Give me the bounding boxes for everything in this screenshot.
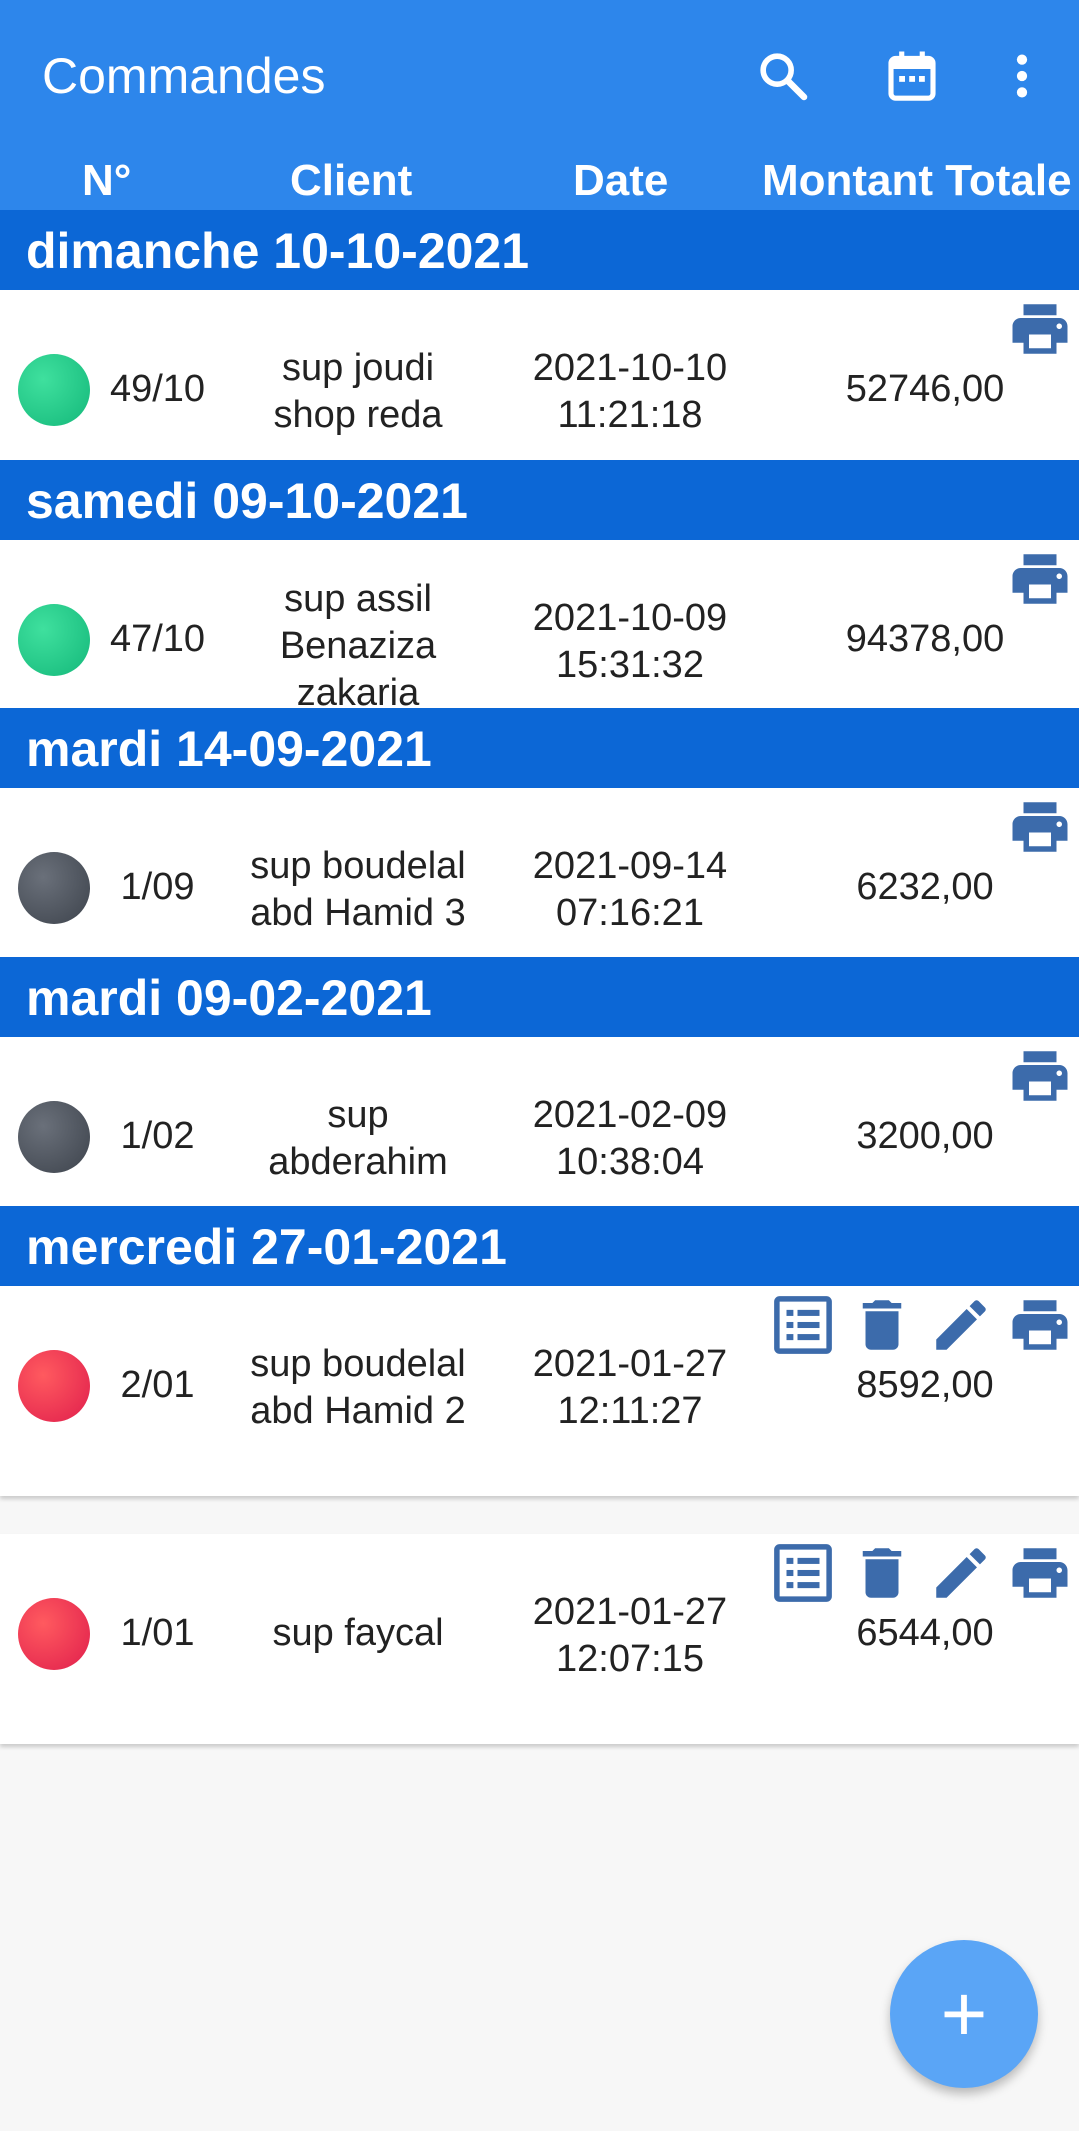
order-client: sup boudelal abd Hamid 2 [250,1343,466,1432]
edit-icon [928,1540,994,1606]
print-icon [1007,296,1073,362]
status-indicator [18,1598,90,1670]
order-amount: 8592,00 [856,1364,994,1406]
order-date: 2021-09-14 07:16:21 [532,845,728,934]
order-date: 2021-10-10 11:21:18 [532,347,728,436]
order-number: 1/02 [120,1115,195,1157]
print-icon [1007,1540,1073,1606]
app-bar: Commandes [0,0,1079,148]
order-amount: 94378,00 [845,618,1005,660]
order-amount: 52746,00 [845,368,1005,410]
order-row[interactable]: 1/01 sup faycal 2021-01-27 12:07:15 6544… [0,1534,1079,1744]
order-row[interactable]: 47/10 sup assil Benaziza zakaria 2021-10… [0,540,1079,710]
delete-button[interactable] [847,1290,917,1360]
details-button[interactable] [768,1538,838,1608]
order-number: 49/10 [109,368,206,410]
order-date: 2021-01-27 12:11:27 [532,1343,728,1432]
print-button[interactable] [1005,544,1075,614]
order-row[interactable]: 1/09 sup boudelal abd Hamid 3 2021-09-14… [0,788,1079,958]
order-row[interactable]: 2/01 sup boudelal abd Hamid 2 2021-01-27… [0,1286,1079,1496]
date-section-header: mercredi 27-01-2021 [0,1206,1079,1286]
order-row[interactable]: 49/10 sup joudi shop reda 2021-10-10 11:… [0,290,1079,460]
order-client: sup joudi shop reda [273,347,443,436]
print-icon [1007,1043,1073,1109]
list-icon [770,1292,836,1358]
order-client: sup abderahim [268,1094,448,1183]
list-icon [770,1540,836,1606]
calendar-button[interactable] [872,36,952,116]
column-amount: Montant Totale [762,156,1072,205]
edit-button[interactable] [926,1538,996,1608]
section-label: mardi 09-02-2021 [26,970,432,1026]
print-icon [1007,1292,1073,1358]
status-indicator [18,852,90,924]
delete-icon [849,1540,915,1606]
print-button[interactable] [1005,1290,1075,1360]
column-client: Client [290,156,413,205]
print-icon [1007,794,1073,860]
status-indicator [18,604,90,676]
search-button[interactable] [743,36,823,116]
order-number: 1/01 [120,1612,195,1654]
search-icon [760,53,808,101]
print-button[interactable] [1005,792,1075,862]
date-section-header: dimanche 10-10-2021 [0,210,1079,290]
date-section-header: mardi 09-02-2021 [0,957,1079,1037]
order-client: sup faycal [272,1612,444,1654]
order-client: sup assil Benaziza zakaria [279,578,437,710]
calendar-icon [888,51,936,101]
edit-icon [928,1292,994,1358]
print-button[interactable] [1005,1041,1075,1111]
order-number: 1/09 [120,866,195,908]
section-label: samedi 09-10-2021 [26,473,468,529]
order-date: 2021-01-27 12:07:15 [532,1591,728,1680]
order-amount: 3200,00 [856,1115,994,1157]
section-label: dimanche 10-10-2021 [26,223,530,279]
page-title: Commandes [42,48,326,104]
status-indicator [18,1350,90,1422]
add-icon: + [940,1969,988,2058]
print-icon [1007,546,1073,612]
column-date: Date [573,156,669,205]
order-amount: 6544,00 [856,1612,994,1654]
edit-button[interactable] [926,1290,996,1360]
column-header: N° Client Date Montant Totale [0,148,1079,210]
order-row[interactable]: 1/02 sup abderahim 2021-02-09 10:38:04 3… [0,1037,1079,1207]
order-date: 2021-10-09 15:31:32 [532,597,728,686]
section-label: mercredi 27-01-2021 [26,1219,507,1275]
date-section-header: samedi 09-10-2021 [0,460,1079,540]
order-date: 2021-02-09 10:38:04 [532,1094,728,1183]
column-num: N° [82,156,132,205]
section-label: mardi 14-09-2021 [26,721,432,777]
details-button[interactable] [768,1290,838,1360]
status-indicator [18,354,90,426]
print-button[interactable] [1005,294,1075,364]
status-indicator [18,1101,90,1173]
order-client: sup boudelal abd Hamid 3 [250,845,466,934]
order-number: 47/10 [109,618,206,660]
more-options-button[interactable] [982,36,1062,116]
add-order-button[interactable]: + [890,1940,1038,2088]
print-button[interactable] [1005,1538,1075,1608]
order-number: 2/01 [120,1364,195,1406]
delete-button[interactable] [847,1538,917,1608]
delete-icon [849,1292,915,1358]
more-vert-icon [1016,54,1028,98]
date-section-header: mardi 14-09-2021 [0,708,1079,788]
order-amount: 6232,00 [856,866,994,908]
